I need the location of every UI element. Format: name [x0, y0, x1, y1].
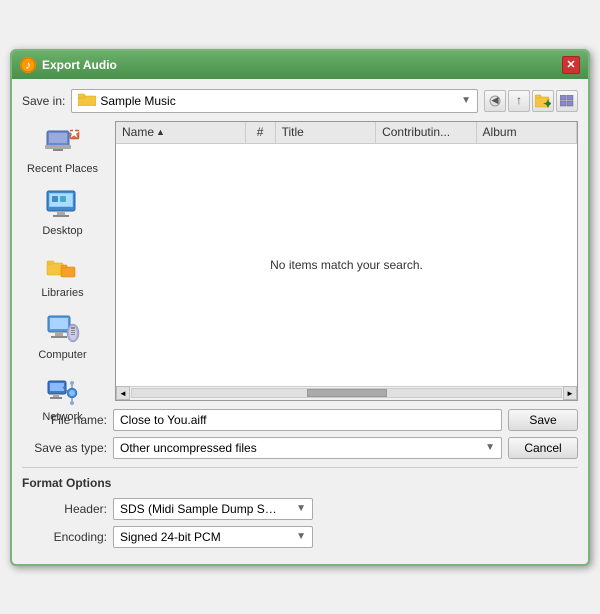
header-dropdown[interactable]: SDS (Midi Sample Dump Stan ▼	[113, 498, 313, 520]
export-audio-dialog: ♪ Export Audio ✕ Save in: Sample Music ▼	[10, 49, 590, 566]
savetype-input-wrap: Other uncompressed files ▼ Cancel	[113, 437, 578, 459]
col-header-name[interactable]: Name ▲	[116, 122, 246, 143]
filename-input[interactable]	[113, 409, 502, 431]
empty-message: No items match your search.	[270, 258, 423, 272]
sidebar-label-recent-places: Recent Places	[27, 163, 98, 175]
sidebar-item-desktop[interactable]: Desktop	[22, 183, 103, 241]
toolbar-icons: ◄ ↑ ✦	[484, 90, 578, 112]
dropdown-arrow-icon: ▼	[461, 95, 471, 106]
svg-text:★: ★	[68, 126, 79, 140]
encoding-input-wrap: Signed 24-bit PCM ▼	[113, 526, 578, 548]
col-header-title[interactable]: Title	[276, 122, 376, 143]
sidebar: ★ Recent Places	[22, 121, 107, 401]
divider	[22, 467, 578, 468]
svg-text:↑: ↑	[516, 95, 522, 107]
save-in-label: Save in:	[22, 94, 65, 108]
save-in-row: Save in: Sample Music ▼ ◄ ↑	[22, 89, 578, 113]
file-list-body: No items match your search.	[116, 144, 577, 386]
title-bar-left: ♪ Export Audio	[20, 57, 117, 73]
new-folder-button[interactable]: ✦	[532, 90, 554, 112]
cancel-button[interactable]: Cancel	[508, 437, 578, 459]
scroll-thumb[interactable]	[307, 389, 387, 397]
sort-indicator: ▲	[156, 127, 165, 137]
col-header-album[interactable]: Album	[477, 122, 577, 143]
scroll-left-button[interactable]: ◄	[116, 386, 130, 400]
svg-text:♪: ♪	[25, 58, 31, 72]
desktop-icon	[45, 187, 81, 223]
col-header-contributing[interactable]: Contributin...	[376, 122, 476, 143]
sidebar-label-desktop: Desktop	[42, 225, 82, 237]
network-icon	[45, 373, 81, 409]
app-icon: ♪	[20, 57, 36, 73]
format-options-title: Format Options	[22, 476, 578, 490]
dialog-title: Export Audio	[42, 58, 117, 72]
libraries-icon	[45, 249, 81, 285]
main-area: ★ Recent Places	[22, 121, 578, 401]
horizontal-scrollbar[interactable]: ◄ ►	[116, 386, 577, 400]
file-list-header: Name ▲ # Title Contributin... Album	[116, 122, 577, 144]
header-label: Header:	[22, 502, 107, 516]
sidebar-label-computer: Computer	[38, 349, 86, 361]
save-in-dropdown[interactable]: Sample Music ▼	[71, 89, 478, 113]
close-button[interactable]: ✕	[562, 56, 580, 74]
filename-input-wrap: Save	[113, 409, 578, 431]
views-button[interactable]	[556, 90, 578, 112]
file-list-area: Name ▲ # Title Contributin... Album	[115, 121, 578, 401]
sidebar-item-recent-places[interactable]: ★ Recent Places	[22, 121, 103, 179]
dialog-body: Save in: Sample Music ▼ ◄ ↑	[12, 79, 588, 564]
encoding-label: Encoding:	[22, 530, 107, 544]
folder-icon	[78, 92, 96, 109]
savetype-dropdown[interactable]: Other uncompressed files ▼	[113, 437, 502, 459]
current-folder-name: Sample Music	[100, 94, 457, 108]
savetype-row: Save as type: Other uncompressed files ▼…	[22, 437, 578, 459]
title-bar: ♪ Export Audio ✕	[12, 51, 588, 79]
computer-icon	[45, 311, 81, 347]
filename-row: File name: Save	[22, 409, 578, 431]
header-input-wrap: SDS (Midi Sample Dump Stan ▼	[113, 498, 578, 520]
header-row: Header: SDS (Midi Sample Dump Stan ▼	[22, 498, 578, 520]
savetype-label: Save as type:	[22, 441, 107, 455]
sidebar-item-computer[interactable]: Computer	[22, 307, 103, 365]
savetype-dropdown-arrow: ▼	[485, 442, 495, 453]
recent-places-icon: ★	[45, 125, 81, 161]
sidebar-label-libraries: Libraries	[41, 287, 83, 299]
up-button[interactable]: ↑	[508, 90, 530, 112]
form-rows: File name: Save Save as type: Other unco…	[22, 409, 578, 459]
encoding-dropdown[interactable]: Signed 24-bit PCM ▼	[113, 526, 313, 548]
back-button[interactable]: ◄	[484, 90, 506, 112]
encoding-row: Encoding: Signed 24-bit PCM ▼	[22, 526, 578, 548]
header-dropdown-arrow: ▼	[296, 503, 306, 514]
col-header-number[interactable]: #	[246, 122, 276, 143]
encoding-dropdown-arrow: ▼	[296, 531, 306, 542]
svg-text:◄: ◄	[489, 95, 501, 107]
scroll-right-button[interactable]: ►	[563, 386, 577, 400]
scroll-track[interactable]	[131, 388, 562, 398]
filename-label: File name:	[22, 413, 107, 427]
sidebar-item-libraries[interactable]: Libraries	[22, 245, 103, 303]
format-options-section: Format Options Header: SDS (Midi Sample …	[22, 476, 578, 548]
save-button[interactable]: Save	[508, 409, 578, 431]
svg-text:✦: ✦	[543, 97, 551, 108]
